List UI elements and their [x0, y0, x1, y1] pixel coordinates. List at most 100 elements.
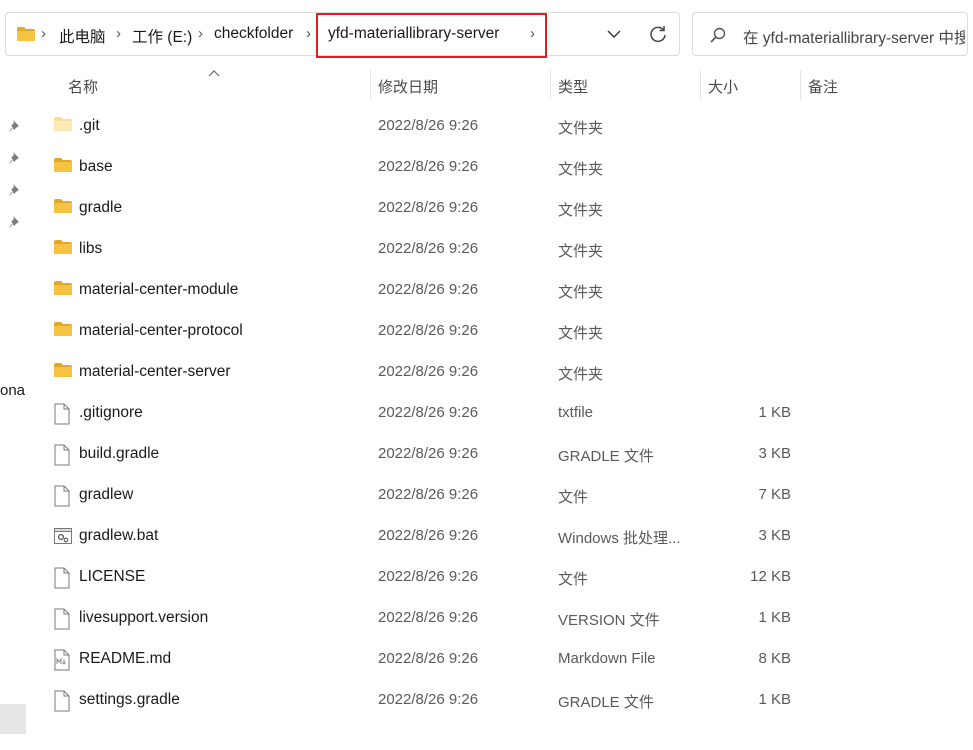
- chevron-right-icon[interactable]: ›: [116, 25, 121, 42]
- folder-icon: [16, 26, 36, 46]
- column-header-size[interactable]: 大小: [708, 76, 738, 97]
- file-name[interactable]: gradle: [79, 199, 122, 217]
- file-modified: 2022/8/26 9:26: [378, 363, 479, 380]
- breadcrumb-this-pc[interactable]: 此电脑: [59, 25, 106, 47]
- file-type: Windows 批处理...: [558, 530, 681, 547]
- file-icon: [53, 485, 71, 511]
- file-type: 文件: [558, 489, 589, 506]
- file-size: 3 KB: [758, 445, 791, 462]
- file-name[interactable]: build.gradle: [79, 445, 159, 463]
- top-bar: › 此电脑 › 工作 (E:) › checkfolder › yfd-mate…: [0, 0, 973, 62]
- file-row[interactable]: gradle 2022/8/26 9:26 文件夹: [40, 188, 800, 229]
- file-type: Markdown File: [558, 650, 656, 667]
- search-icon: [709, 26, 727, 48]
- pin-icon[interactable]: [8, 215, 22, 229]
- folder-icon: [53, 116, 73, 136]
- file-row[interactable]: README.md 2022/8/26 9:26 Markdown File 8 KB: [40, 639, 800, 680]
- file-modified: 2022/8/26 9:26: [378, 199, 479, 216]
- column-divider[interactable]: [800, 70, 801, 100]
- file-name[interactable]: material-center-module: [79, 281, 238, 299]
- file-row[interactable]: gradlew 2022/8/26 9:26 文件 7 KB: [40, 475, 800, 516]
- file-row[interactable]: material-center-protocol 2022/8/26 9:26 文件…: [40, 311, 800, 352]
- file-row[interactable]: libs 2022/8/26 9:26 文件夹: [40, 229, 800, 270]
- file-type: 文件: [558, 571, 589, 588]
- file-name[interactable]: material-center-server: [79, 363, 231, 381]
- file-row[interactable]: .gitignore 2022/8/26 9:26 txtfile 1 KB: [40, 393, 800, 434]
- file-name[interactable]: libs: [79, 240, 102, 258]
- file-type: 文件夹: [558, 243, 604, 260]
- search-box[interactable]: 在 yfd-materiallibrary-server 中搜索: [692, 12, 968, 56]
- file-name[interactable]: settings.gradle: [79, 691, 180, 709]
- pin-icon[interactable]: [8, 151, 22, 165]
- file-type: 文件夹: [558, 161, 604, 178]
- file-name[interactable]: gradlew: [79, 486, 133, 504]
- column-divider[interactable]: [700, 70, 701, 100]
- file-row[interactable]: base 2022/8/26 9:26 文件夹: [40, 147, 800, 188]
- folder-icon: [53, 362, 73, 382]
- file-modified: 2022/8/26 9:26: [378, 650, 479, 667]
- column-divider[interactable]: [550, 70, 551, 100]
- file-modified: 2022/8/26 9:26: [378, 527, 479, 544]
- folder-icon: [53, 157, 73, 177]
- address-bar[interactable]: › 此电脑 › 工作 (E:) › checkfolder › yfd-mate…: [5, 12, 680, 58]
- folder-icon: [53, 198, 73, 218]
- folder-icon: [53, 239, 73, 259]
- file-name[interactable]: gradlew.bat: [79, 527, 158, 545]
- file-modified: 2022/8/26 9:26: [378, 691, 479, 708]
- column-header-note[interactable]: 备注: [808, 76, 838, 97]
- file-size: 12 KB: [750, 568, 791, 585]
- file-icon: [53, 444, 71, 470]
- refresh-icon[interactable]: [648, 24, 668, 48]
- file-name[interactable]: LICENSE: [79, 568, 145, 586]
- folder-icon: [53, 321, 73, 341]
- column-header-modified[interactable]: 修改日期: [378, 76, 438, 97]
- file-name[interactable]: README.md: [79, 650, 171, 668]
- chevron-right-icon[interactable]: ›: [198, 25, 203, 42]
- file-row[interactable]: material-center-server 2022/8/26 9:26 文件夹: [40, 352, 800, 393]
- breadcrumb-drive-e[interactable]: 工作 (E:): [132, 25, 192, 47]
- file-type: GRADLE 文件: [558, 448, 654, 465]
- file-modified: 2022/8/26 9:26: [378, 445, 479, 462]
- nav-item-selected[interactable]: [0, 704, 26, 734]
- highlight-annotation-box: [316, 13, 547, 58]
- file-type: 文件夹: [558, 120, 604, 137]
- pin-icon[interactable]: [8, 183, 22, 197]
- file-icon: [53, 690, 71, 716]
- file-name[interactable]: .gitignore: [79, 404, 143, 422]
- column-divider[interactable]: [370, 70, 371, 100]
- file-icon: [53, 567, 71, 593]
- file-size: 1 KB: [758, 404, 791, 421]
- file-modified: 2022/8/26 9:26: [378, 486, 479, 503]
- file-row[interactable]: LICENSE 2022/8/26 9:26 文件 12 KB: [40, 557, 800, 598]
- breadcrumb-checkfolder[interactable]: checkfolder: [214, 25, 293, 43]
- file-row[interactable]: settings.gradle 2022/8/26 9:26 GRADLE 文件 1 …: [40, 680, 800, 721]
- file-icon: [53, 608, 71, 634]
- file-modified: 2022/8/26 9:26: [378, 117, 479, 134]
- chevron-right-icon[interactable]: ›: [306, 25, 311, 42]
- search-placeholder: 在 yfd-materiallibrary-server 中搜索: [743, 30, 965, 47]
- file-name[interactable]: material-center-protocol: [79, 322, 243, 340]
- file-row[interactable]: livesupport.version 2022/8/26 9:26 VERSION…: [40, 598, 800, 639]
- file-name[interactable]: livesupport.version: [79, 609, 208, 627]
- file-row[interactable]: gradlew.bat 2022/8/26 9:26 Windows 批处理... 3…: [40, 516, 800, 557]
- file-row[interactable]: .git 2022/8/26 9:26 文件夹: [40, 106, 800, 147]
- file-size: 7 KB: [758, 486, 791, 503]
- file-row[interactable]: build.gradle 2022/8/26 9:26 GRADLE 文件 3 KB: [40, 434, 800, 475]
- chevron-right-icon[interactable]: ›: [41, 25, 46, 42]
- file-modified: 2022/8/26 9:26: [378, 568, 479, 585]
- file-row[interactable]: material-center-module 2022/8/26 9:26 文件夹: [40, 270, 800, 311]
- file-modified: 2022/8/26 9:26: [378, 609, 479, 626]
- file-name[interactable]: .git: [79, 117, 100, 135]
- file-size: 1 KB: [758, 609, 791, 626]
- file-modified: 2022/8/26 9:26: [378, 158, 479, 175]
- file-type: txtfile: [558, 404, 594, 421]
- column-header-type[interactable]: 类型: [558, 76, 588, 97]
- chevron-down-icon[interactable]: [606, 26, 622, 46]
- file-modified: 2022/8/26 9:26: [378, 240, 479, 257]
- pin-icon[interactable]: [8, 119, 22, 133]
- file-modified: 2022/8/26 9:26: [378, 404, 479, 421]
- file-type: GRADLE 文件: [558, 694, 654, 711]
- column-header-name[interactable]: 名称: [68, 76, 98, 97]
- file-name[interactable]: base: [79, 158, 113, 176]
- nav-item-clipped[interactable]: ona: [0, 382, 25, 399]
